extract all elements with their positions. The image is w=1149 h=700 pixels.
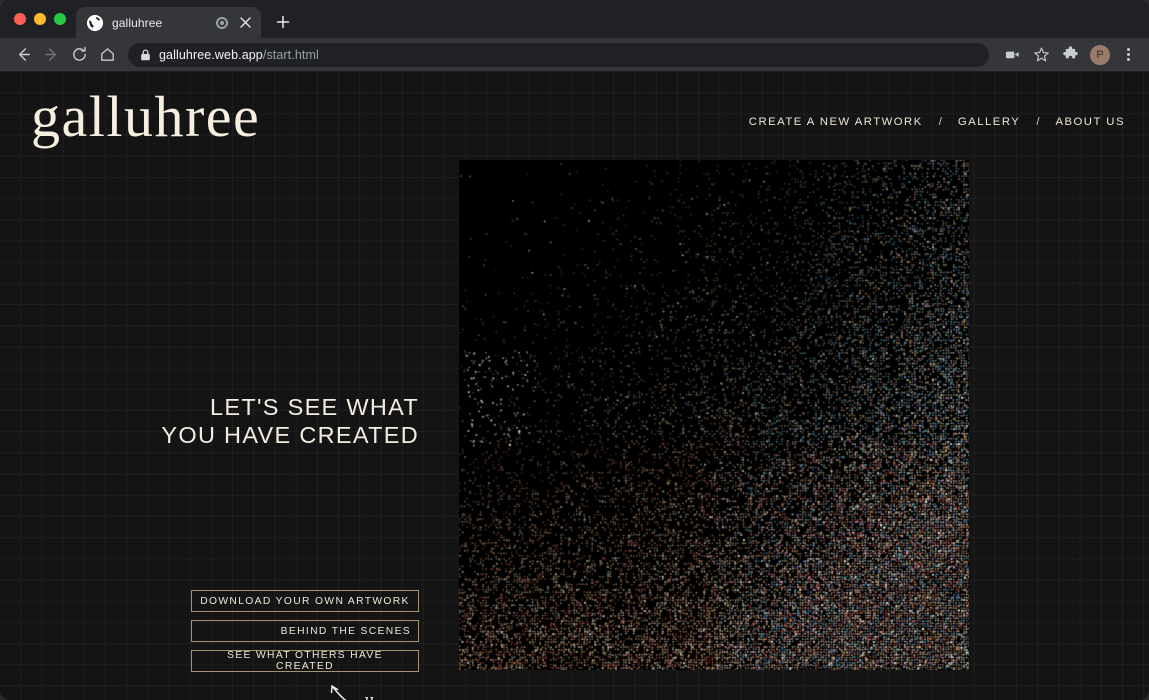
browser-toolbar: galluhree.web.app/start.html P <box>0 38 1149 71</box>
site-header: galluhree CREATE A NEW ARTWORK / GALLERY… <box>0 71 1149 166</box>
close-icon[interactable] <box>237 15 253 31</box>
tab-title: galluhree <box>112 15 163 30</box>
browser-window: galluhree galluhree.web.app/start.html P… <box>0 0 1149 700</box>
nav-item-create-a-new-artwork[interactable]: CREATE A NEW ARTWORK <box>749 116 923 128</box>
download-artwork-button[interactable]: DOWNLOAD YOUR OWN ARTWORK <box>191 590 419 612</box>
nav-item-gallery[interactable]: GALLERY <box>958 116 1020 128</box>
headline-line-2: YOU HAVE CREATED <box>161 422 419 449</box>
lock-icon <box>140 48 151 61</box>
nav-separator-1: / <box>938 116 942 128</box>
address-bar-text: galluhree.web.app/start.html <box>159 48 319 62</box>
headline-line-1: LET'S SEE WHAT <box>210 394 419 420</box>
close-window-button[interactable] <box>14 13 26 25</box>
avatar[interactable]: P <box>1090 44 1110 65</box>
page-content: galluhree CREATE A NEW ARTWORK / GALLERY… <box>0 71 1149 700</box>
gallery-annotation-label: gallery <box>344 695 400 700</box>
window-controls <box>10 0 76 38</box>
back-arrow-icon[interactable] <box>10 42 36 68</box>
recording-indicator-icon[interactable] <box>216 16 228 29</box>
toolbar-right-actions: P <box>999 42 1139 68</box>
maximize-window-button[interactable] <box>54 13 66 25</box>
star-icon[interactable] <box>1028 42 1054 68</box>
generative-artwork-canvas[interactable] <box>459 160 969 670</box>
video-camera-icon[interactable] <box>999 42 1025 68</box>
home-icon[interactable] <box>94 42 120 68</box>
behind-the-scenes-button[interactable]: BEHIND THE SCENES <box>191 620 419 642</box>
browser-tab[interactable]: galluhree <box>76 7 261 38</box>
url-domain: galluhree.web.app <box>159 47 263 62</box>
globe-icon <box>87 14 103 31</box>
kebab-menu-icon[interactable] <box>1117 44 1139 66</box>
minimize-window-button[interactable] <box>34 13 46 25</box>
main-navigation: CREATE A NEW ARTWORK / GALLERY / ABOUT U… <box>749 116 1125 128</box>
puzzle-piece-icon[interactable] <box>1057 42 1083 68</box>
artwork-canvas-element[interactable] <box>459 160 969 670</box>
site-logo[interactable]: galluhree <box>31 88 260 146</box>
nav-item-about-us[interactable]: ABOUT US <box>1055 116 1125 128</box>
url-path: /start.html <box>262 47 319 62</box>
page-title: LET'S SEE WHAT YOU HAVE CREATED <box>0 393 419 450</box>
gallery-annotation: gallery <box>312 677 432 700</box>
tab-strip: galluhree <box>0 0 1149 38</box>
address-bar[interactable]: galluhree.web.app/start.html <box>128 42 989 67</box>
action-button-group: DOWNLOAD YOUR OWN ARTWORK BEHIND THE SCE… <box>191 590 419 672</box>
see-what-others-created-button[interactable]: SEE WHAT OTHERS HAVE CREATED <box>191 650 419 672</box>
reload-icon[interactable] <box>66 42 92 68</box>
forward-arrow-icon[interactable] <box>38 42 64 68</box>
nav-separator-2: / <box>1036 116 1040 128</box>
new-tab-button[interactable] <box>269 8 297 36</box>
